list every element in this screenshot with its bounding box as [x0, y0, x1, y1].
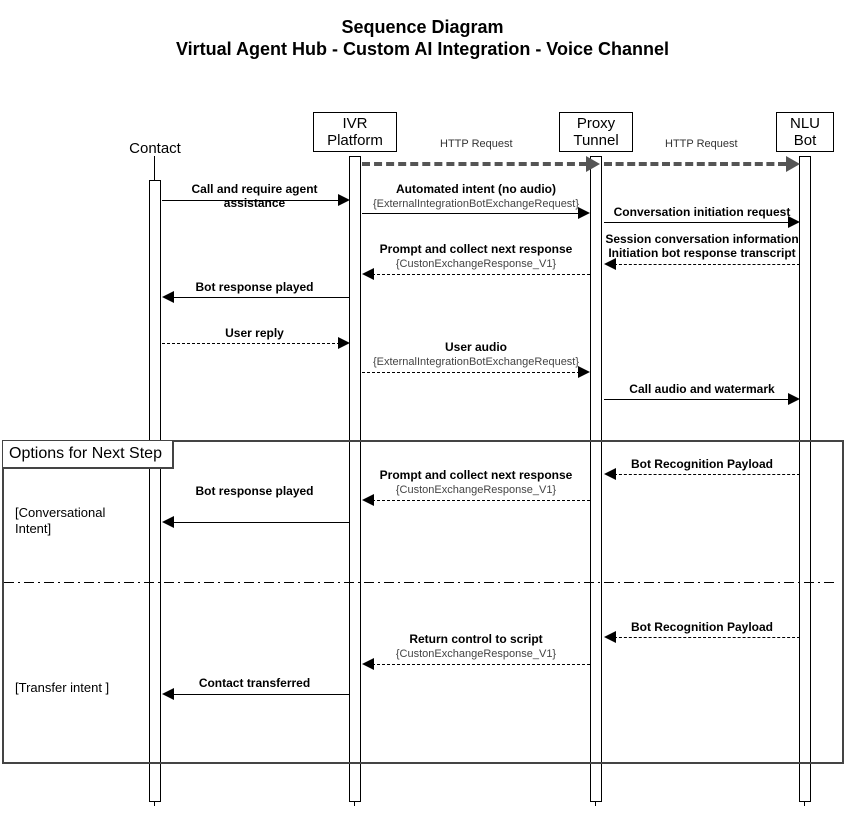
msg-prompt-collect-2: Prompt and collect next response {Custon…	[362, 468, 590, 497]
options-title: Options for Next Step	[3, 441, 174, 469]
arrow-m4	[614, 264, 800, 265]
actor-proxy: Proxy Tunnel	[553, 112, 639, 152]
msg-m14b: {CustonExchangeResponse_V1}	[396, 648, 556, 660]
actor-nlu-box: NLU Bot	[776, 112, 834, 152]
http-dash-2	[604, 162, 786, 166]
arrowhead-m10	[604, 468, 616, 480]
msg-contact-transferred: Contact transferred	[162, 676, 347, 690]
arrowhead-m9	[788, 393, 800, 405]
arrowhead-m1	[338, 194, 350, 206]
actor-contact-text: Contact	[129, 140, 181, 157]
arrowhead-m3	[788, 216, 800, 228]
arrowhead-m12	[162, 516, 174, 528]
http-head-1	[586, 156, 600, 172]
arrowhead-m15	[162, 688, 174, 700]
arrow-m2	[362, 213, 580, 214]
msg-m11b: {CustonExchangeResponse_V1}	[396, 484, 556, 496]
msg-m4b: Initiation bot response transcript	[608, 246, 795, 260]
arrow-m13	[614, 637, 800, 638]
arrow-m12	[172, 522, 350, 523]
msg-bot-played-2: Bot response played	[162, 484, 347, 498]
http-label-1: HTTP Request	[440, 138, 513, 150]
arrow-m7	[162, 343, 340, 344]
msg-call-audio: Call audio and watermark	[604, 382, 800, 396]
msg-session-info: Session conversation information Initiat…	[600, 232, 804, 260]
arrow-m8	[362, 372, 580, 373]
options-separator	[4, 582, 838, 583]
actor-nlu: NLU Bot	[775, 112, 835, 152]
title-line1: Sequence Diagram	[341, 17, 503, 37]
arrow-m15	[172, 694, 350, 695]
label-conversational-intent: [Conversational Intent]	[15, 505, 105, 537]
msg-bot-payload-2: Bot Recognition Payload	[604, 620, 800, 634]
diagram-title: Sequence Diagram Virtual Agent Hub - Cus…	[0, 16, 845, 60]
msg-bot-payload-1: Bot Recognition Payload	[604, 457, 800, 471]
http-dash-1	[362, 162, 587, 166]
label-transfer-intent: [Transfer intent ]	[15, 680, 109, 696]
actor-proxy-box: Proxy Tunnel	[559, 112, 633, 152]
msg-auto-intent: Automated intent (no audio) {ExternalInt…	[362, 182, 590, 211]
msg-m8b: {ExternalIntegrationBotExchangeRequest}	[373, 356, 579, 368]
msg-prompt-collect-1: Prompt and collect next response {Custon…	[362, 242, 590, 271]
arrow-m1	[162, 200, 340, 201]
arrowhead-m6	[162, 291, 174, 303]
arrowhead-m8	[578, 366, 590, 378]
msg-user-audio: User audio {ExternalIntegrationBotExchan…	[362, 340, 590, 369]
arrow-m3	[604, 222, 790, 223]
arrowhead-m2	[578, 207, 590, 219]
msg-call-assist: Call and require agent assistance	[162, 182, 347, 210]
msg-init-request: Conversation initiation request	[604, 205, 800, 219]
arrow-m5	[372, 274, 590, 275]
msg-m2a: Automated intent (no audio)	[396, 182, 556, 196]
msg-m5b: {CustonExchangeResponse_V1}	[396, 258, 556, 270]
msg-m5a: Prompt and collect next response	[380, 242, 573, 256]
msg-user-reply: User reply	[162, 326, 347, 340]
msg-m11a: Prompt and collect next response	[380, 468, 573, 482]
msg-m2b: {ExternalIntegrationBotExchangeRequest}	[373, 198, 579, 210]
sequence-diagram: { "title_line1": "Sequence Diagram", "ti…	[0, 0, 845, 819]
msg-m14a: Return control to script	[409, 632, 542, 646]
arrowhead-m5	[362, 268, 374, 280]
actor-ivr-box: IVR Platform	[313, 112, 397, 152]
arrowhead-m7	[338, 337, 350, 349]
arrow-m14	[372, 664, 590, 665]
arrowhead-m14	[362, 658, 374, 670]
arrow-m11	[372, 500, 590, 501]
msg-bot-played-1: Bot response played	[162, 280, 347, 294]
http-label-2: HTTP Request	[665, 138, 738, 150]
arrowhead-m13	[604, 631, 616, 643]
msg-m8a: User audio	[445, 340, 507, 354]
msg-return-control: Return control to script {CustonExchange…	[362, 632, 590, 661]
arrow-m9	[604, 399, 790, 400]
arrowhead-m11	[362, 494, 374, 506]
arrow-m6	[172, 297, 350, 298]
actor-ivr: IVR Platform	[310, 112, 400, 152]
title-line2: Virtual Agent Hub - Custom AI Integratio…	[176, 39, 669, 59]
arrow-m10	[614, 474, 800, 475]
actor-contact: Contact	[90, 140, 220, 157]
arrowhead-m4	[604, 258, 616, 270]
http-head-2	[786, 156, 800, 172]
msg-m4a: Session conversation information	[605, 232, 798, 246]
